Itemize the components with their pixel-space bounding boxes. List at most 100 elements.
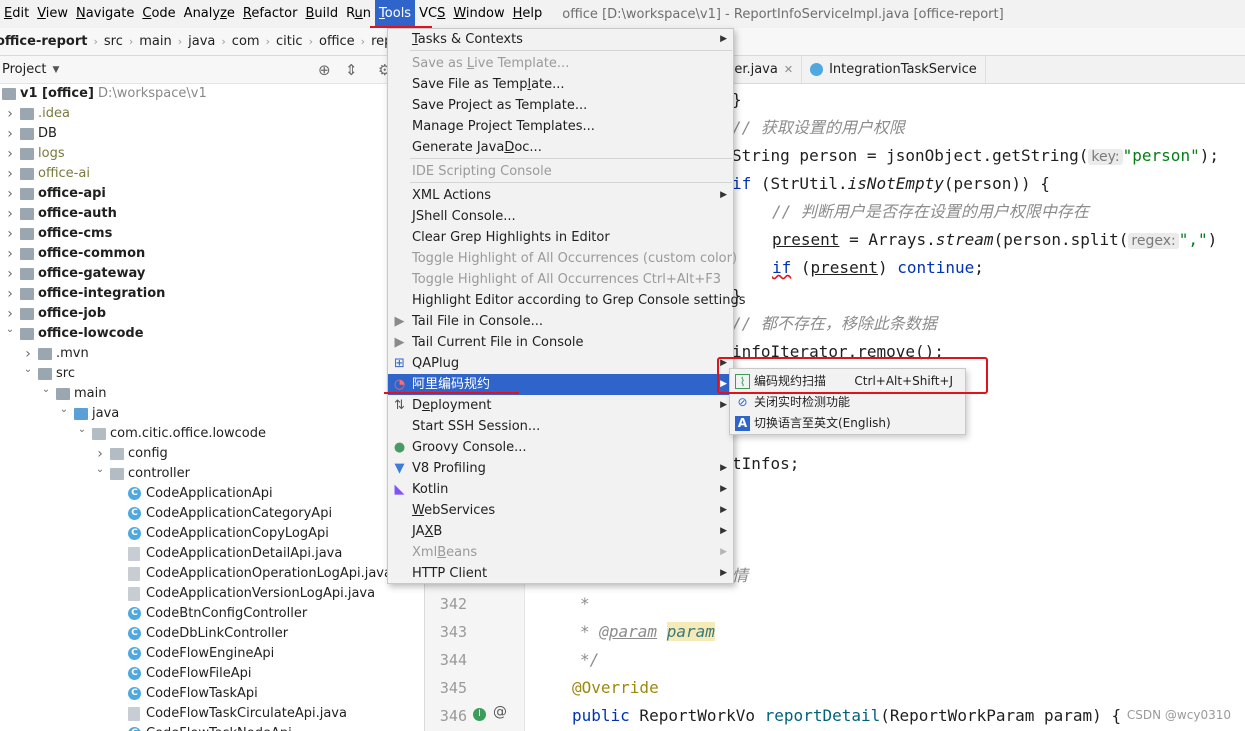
line-number: 346 [439,707,467,725]
breadcrumb-item[interactable]: office-report [0,34,91,49]
menu-window[interactable]: Window [449,0,508,28]
chevron-right-icon[interactable]: › [4,224,16,244]
menu-item-manage-project-templates[interactable]: Manage Project Templates... [388,116,733,137]
tree-item[interactable]: C CodeApplicationApi [0,484,424,504]
close-icon[interactable]: ✕ [784,56,793,83]
tree-item[interactable]: › office-api [0,184,424,204]
tree-item[interactable]: CodeApplicationOperationLogApi.java [0,564,424,584]
alibaba-icon: ◔ [393,377,406,392]
tree-item[interactable]: › office-integration [0,284,424,304]
menu-item-v8-profiling[interactable]: ▼ V8 Profiling ▶ [388,458,733,479]
chevron-right-icon[interactable]: › [4,104,16,124]
chevron-right-icon[interactable]: › [4,244,16,264]
menu-analyze[interactable]: Analyze [180,0,239,28]
menu-item-jshell-console[interactable]: JShell Console... [388,206,733,227]
tree-item[interactable]: C CodeApplicationCopyLogApi [0,524,424,544]
menu-item-kotlin[interactable]: ◣ Kotlin ▶ [388,479,733,500]
menu-item-tail-current-file-in-console[interactable]: ▶ Tail Current File in Console [388,332,733,353]
menu-item-tail-file-in-console[interactable]: ▶ Tail File in Console... [388,311,733,332]
menu-code[interactable]: Code [138,0,179,28]
menu-item-webservices[interactable]: WebServices ▶ [388,500,733,521]
tree-item[interactable]: C CodeFlowEngineApi [0,644,424,664]
menu-item-save-project-as-template[interactable]: Save Project as Template... [388,95,733,116]
menu-item-generate-javadoc[interactable]: Generate JavaDoc... [388,137,733,158]
chevron-down-icon[interactable]: ⌄ [94,460,106,480]
menu-tools[interactable]: Tools [375,0,416,28]
menu-item-highlight-editor-according-to-grep-console-settings[interactable]: Highlight Editor according to Grep Conso… [388,290,746,311]
label-part: oc... [514,140,542,155]
submenu-item[interactable]: A 切换语言至英文(English) [730,413,965,434]
menu-item-start-ssh-session[interactable]: Start SSH Session... [388,416,733,437]
tree-item[interactable]: C CodeFlowTaskApi [0,684,424,704]
chevron-right-icon[interactable]: › [4,124,16,144]
tree-item[interactable]: C CodeBtnConfigController [0,604,424,624]
tree-item[interactable]: › .mvn [0,344,424,364]
breadcrumb-item[interactable]: java [184,34,219,49]
menu-edit[interactable]: Edit [0,0,33,28]
menu-item-deployment[interactable]: ⇅ Deployment ▶ [388,395,733,416]
breadcrumb-item[interactable]: citic [272,34,307,49]
breadcrumb-item[interactable]: office [315,34,359,49]
menu-vcs[interactable]: VCS [415,0,449,28]
menu-item-xml-actions[interactable]: XML Actions ▶ [388,185,733,206]
locate-icon[interactable]: ⊕ [318,61,331,79]
project-title[interactable]: Project [2,62,46,77]
breadcrumb-item[interactable]: src [100,34,127,49]
tree-item[interactable]: › .idea [0,104,424,124]
tree-item[interactable]: ⌄ java [0,404,424,424]
tree-item[interactable]: › office-common [0,244,424,264]
menu-build[interactable]: Build [301,0,342,28]
menu-item-qaplug[interactable]: ⊞ QAPlug ▶ [388,353,733,374]
tree-item[interactable]: › office-auth [0,204,424,224]
chevron-down-icon[interactable]: ⌄ [58,400,70,420]
tree-item[interactable]: CodeFlowTaskCirculateApi.java [0,704,424,724]
tree-item[interactable]: › office-ai [0,164,424,184]
chevron-right-icon[interactable]: › [4,264,16,284]
tree-item[interactable]: C CodeDbLinkController [0,624,424,644]
chevron-down-icon[interactable]: ⌄ [76,420,88,440]
breadcrumb-item[interactable]: main [135,34,175,49]
tree-item[interactable]: ⌄ com.citic.office.lowcode [0,424,424,444]
chevron-right-icon[interactable]: › [4,144,16,164]
chevron-down-icon[interactable]: ⌄ [40,380,52,400]
chevron-right-icon[interactable]: › [4,164,16,184]
chevron-right-icon[interactable]: › [4,184,16,204]
menu-view[interactable]: View [33,0,72,28]
menu-navigate[interactable]: Navigate [72,0,138,28]
tree-item[interactable]: CodeApplicationVersionLogApi.java [0,584,424,604]
menu-help[interactable]: Help [509,0,547,28]
at-icon[interactable]: @ [493,704,507,720]
chevron-right-icon[interactable]: › [4,284,16,304]
chevron-down-icon[interactable]: ▼ [52,65,59,75]
chevron-down-icon[interactable]: ⌄ [22,360,34,380]
tree-item[interactable]: › office-job [0,304,424,324]
menu-item-tasks-contexts[interactable]: Tasks & Contexts ▶ [388,29,733,50]
menu-run[interactable]: Run [342,0,375,28]
tree-item[interactable]: › DB [0,124,424,144]
chevron-down-icon[interactable]: ⌄ [4,320,16,340]
tree-item[interactable]: ⌄ src [0,364,424,384]
tree-item[interactable]: › office-gateway [0,264,424,284]
tree-item[interactable]: ⌄ office-lowcode [0,324,424,344]
collapse-all-icon[interactable]: ⇕ [345,61,358,79]
editor-tab[interactable]: IntegrationTaskService [802,56,986,83]
menu-item-clear-grep-highlights-in-editor[interactable]: Clear Grep Highlights in Editor [388,227,733,248]
tree-item[interactable]: ⌄v1 [office]D:\workspace\v1 [0,84,424,104]
submenu-item[interactable]: ⊘ 关闭实时检测功能 [730,392,965,413]
tree-item[interactable]: › logs [0,144,424,164]
tree-item[interactable]: C CodeFlowTaskNodeApi [0,724,424,731]
tree-item[interactable]: C CodeApplicationCategoryApi [0,504,424,524]
menu-item-save-file-as-template[interactable]: Save File as Template... [388,74,733,95]
menu-item-jaxb[interactable]: JAXB ▶ [388,521,733,542]
tree-item[interactable]: › config [0,444,424,464]
breadcrumb-item[interactable]: com [228,34,264,49]
tree-item[interactable]: CodeApplicationDetailApi.java [0,544,424,564]
tree-item[interactable]: ⌄ controller [0,464,424,484]
override-icon[interactable]: I [473,708,486,721]
chevron-right-icon[interactable]: › [4,204,16,224]
tree-item[interactable]: › office-cms [0,224,424,244]
menu-item-groovy-console[interactable]: ● Groovy Console... [388,437,733,458]
menu-item-http-client[interactable]: HTTP Client ▶ [388,563,733,584]
tree-item[interactable]: C CodeFlowFileApi [0,664,424,684]
menu-refactor[interactable]: Refactor [239,0,302,28]
